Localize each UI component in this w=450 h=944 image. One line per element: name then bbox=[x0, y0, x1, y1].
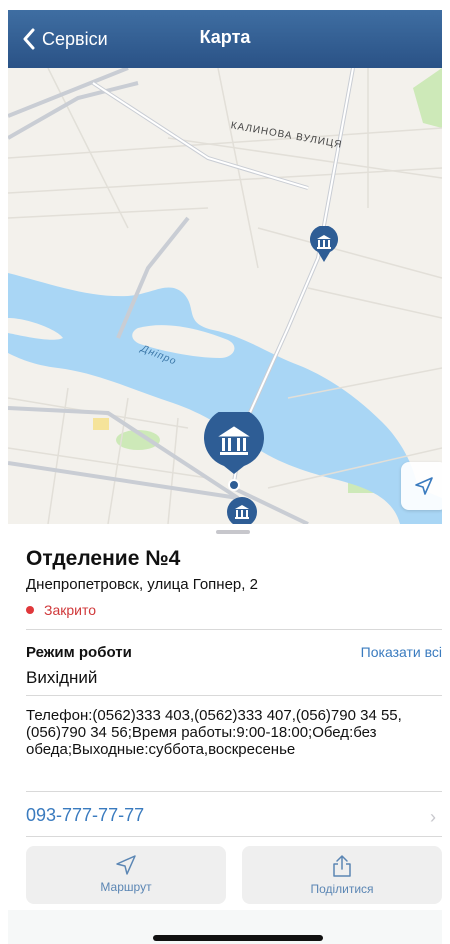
home-indicator-area bbox=[8, 910, 442, 944]
status-dot bbox=[26, 606, 34, 614]
hours-title: Режим роботи bbox=[26, 644, 132, 661]
divider bbox=[26, 791, 442, 792]
branch-info-text: Телефон:(0562)333 403,(0562)333 407,(056… bbox=[26, 707, 402, 758]
divider bbox=[26, 836, 442, 837]
bank-icon bbox=[204, 407, 264, 491]
route-button[interactable]: Маршрут bbox=[26, 846, 226, 904]
branch-pin-partial[interactable] bbox=[226, 496, 258, 524]
map-view[interactable]: КАЛИНОВА ВУЛИЦЯ Дніпро bbox=[8, 68, 442, 524]
status-badge: Закрито bbox=[26, 602, 96, 618]
divider bbox=[26, 695, 442, 696]
share-label: Поділитися bbox=[310, 882, 374, 896]
branch-address: Днепропетровск, улица Гопнер, 2 bbox=[26, 576, 258, 593]
location-arrow-icon bbox=[415, 477, 433, 495]
home-indicator[interactable] bbox=[153, 935, 323, 941]
page-title: Карта bbox=[199, 27, 251, 47]
sheet-grabber[interactable] bbox=[216, 530, 250, 534]
branch-title: Отделение №4 bbox=[26, 547, 181, 570]
bank-icon bbox=[227, 497, 257, 524]
phone-link[interactable]: 093-777-77-77 bbox=[26, 805, 144, 826]
bank-icon bbox=[310, 225, 338, 262]
branch-pin-selected[interactable] bbox=[202, 407, 266, 497]
status-text: Закрито bbox=[44, 602, 97, 618]
chevron-right-icon: › bbox=[430, 807, 436, 827]
location-arrow-icon bbox=[116, 855, 136, 875]
divider bbox=[26, 629, 442, 630]
share-icon bbox=[333, 855, 351, 877]
branch-details-sheet: Отделение №4 Днепропетровск, улица Гопне… bbox=[8, 524, 442, 910]
my-location-button[interactable] bbox=[401, 462, 442, 510]
route-label: Маршрут bbox=[100, 880, 152, 894]
show-all-link[interactable]: Показати всі bbox=[361, 644, 442, 660]
navigation-bar: Сервіси Карта bbox=[8, 10, 442, 68]
share-button[interactable]: Поділитися bbox=[242, 846, 442, 904]
hours-value: Вихідний bbox=[26, 668, 98, 687]
branch-pin-small[interactable] bbox=[308, 225, 340, 269]
